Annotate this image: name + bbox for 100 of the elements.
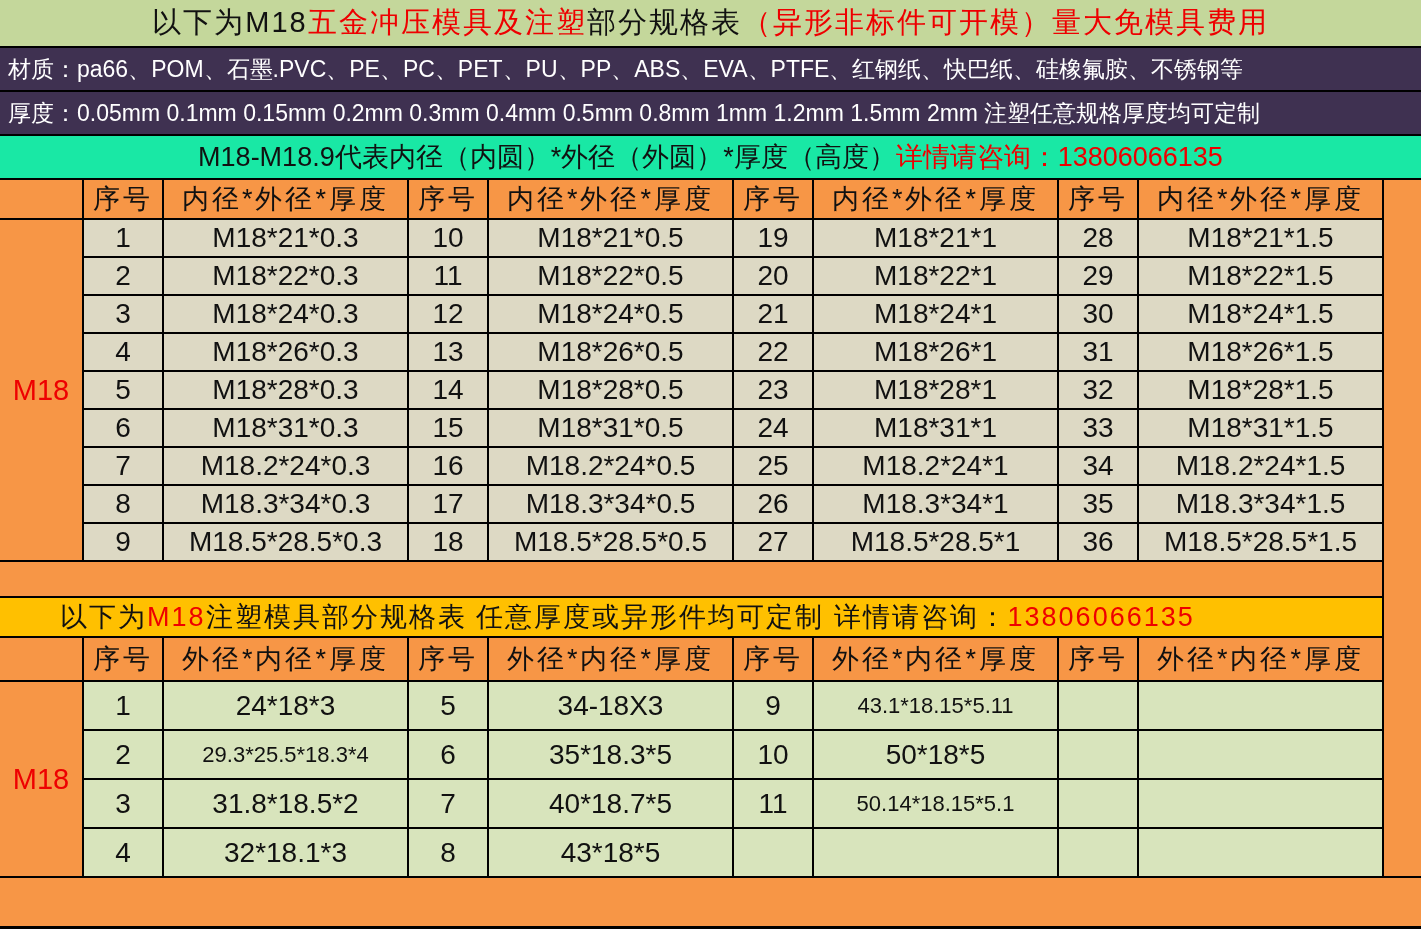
section-title-banner: 以下为 M18注塑模具部分规格表 任意厚度或异形件均可定制 详情请咨询：13806066135 [0,598,1382,636]
table-cell: 6 [409,731,487,778]
table-cell: 34-18X3 [489,682,732,729]
table-cell: M18.3*34*1.5 [1139,486,1382,522]
table-cell: M18*31*0.5 [489,410,732,446]
note-banner: M18-M18.9代表内径（内圆）*外径（外圆）*厚度（高度）详情请咨询：13806066135 [0,136,1421,178]
table-cell: M18*31*1 [814,410,1057,446]
table-cell: M18.3*34*0.5 [489,486,732,522]
column-header: 外径*内径*厚度 [164,638,407,680]
column-header: 外径*内径*厚度 [814,638,1057,680]
table-cell: M18*22*1 [814,258,1057,294]
table-cell: M18.5*28.5*1 [814,524,1057,560]
table-cell: 5 [409,682,487,729]
table-cell: 6 [84,410,162,446]
table-cell: 9 [734,682,812,729]
table-cell: 4 [84,829,162,876]
table-cell: M18*26*0.5 [489,334,732,370]
table-cell: 3 [84,780,162,827]
table-cell: M18*21*1 [814,220,1057,256]
table-cell: 50.14*18.15*5.1 [814,780,1057,827]
column-header: 序号 [409,638,487,680]
column-header: 序号 [409,180,487,218]
table-cell: M18*21*1.5 [1139,220,1382,256]
table-cell: 32 [1059,372,1137,408]
table-cell: 36 [1059,524,1137,560]
table-cell: M18*31*1.5 [1139,410,1382,446]
table-cell: 27 [734,524,812,560]
table-cell: 10 [409,220,487,256]
table-cell: 19 [734,220,812,256]
table-cell: 24 [734,410,812,446]
table-cell: M18*26*0.3 [164,334,407,370]
column-header: 序号 [84,180,162,218]
table-cell: 22 [734,334,812,370]
table-cell: 1 [84,220,162,256]
table-cell: M18.3*34*0.3 [164,486,407,522]
column-header: 外径*内径*厚度 [1139,638,1382,680]
table-cell: M18*22*0.3 [164,258,407,294]
table-cell: 35*18.3*5 [489,731,732,778]
table-cell: 31 [1059,334,1137,370]
table-cell: M18*31*0.3 [164,410,407,446]
column-header: 内径*外径*厚度 [489,180,732,218]
table-cell: M18.2*24*0.5 [489,448,732,484]
table-cell: 43*18*5 [489,829,732,876]
column-header: 序号 [734,180,812,218]
column-header: 序号 [1059,180,1137,218]
table-cell: 25 [734,448,812,484]
table-cell: 26 [734,486,812,522]
column-header: 序号 [734,638,812,680]
table-cell: M18*21*0.5 [489,220,732,256]
table-cell: 33 [1059,410,1137,446]
table-cell: 15 [409,410,487,446]
table-cell: 3 [84,296,162,332]
table-cell: 24*18*3 [164,682,407,729]
table-cell: M18*21*0.3 [164,220,407,256]
table-cell: 28 [1059,220,1137,256]
table-cell: 2 [84,258,162,294]
table-cell: 21 [734,296,812,332]
table-cell: M18*24*1 [814,296,1057,332]
table-cell: 8 [84,486,162,522]
column-header: 内径*外径*厚度 [164,180,407,218]
table-cell: 2 [84,731,162,778]
table-cell: 40*18.7*5 [489,780,732,827]
table-cell: 31.8*18.5*2 [164,780,407,827]
table-cell: M18.2*24*0.3 [164,448,407,484]
table-cell: M18*22*0.5 [489,258,732,294]
table-cell: 43.1*18.15*5.11 [814,682,1057,729]
table-cell: M18*24*0.5 [489,296,732,332]
group-label: M18 [0,220,82,560]
table-cell: M18.2*24*1 [814,448,1057,484]
column-header: 外径*内径*厚度 [489,638,732,680]
table-cell: 20 [734,258,812,294]
table-cell: M18.2*24*1.5 [1139,448,1382,484]
table-cell: 11 [409,258,487,294]
column-header: 内径*外径*厚度 [814,180,1057,218]
materials-text: 材质：pa66、POM、石墨.PVC、PE、PC、PET、PU、PP、ABS、EVA、PTFE、红钢纸、快巴纸、硅橡氟胺、不锈钢等 [0,48,1421,90]
table-cell: M18.5*28.5*0.5 [489,524,732,560]
table-cell: M18.3*34*1 [814,486,1057,522]
table-cell: 35 [1059,486,1137,522]
table-cell: 34 [1059,448,1137,484]
table-cell: 17 [409,486,487,522]
table-cell: 16 [409,448,487,484]
table-cell: M18.5*28.5*0.3 [164,524,407,560]
table-cell: 1 [84,682,162,729]
table-cell: 4 [84,334,162,370]
table-cell: 8 [409,829,487,876]
table-cell: M18*24*0.3 [164,296,407,332]
table-cell: 14 [409,372,487,408]
group-label: M18 [0,682,82,876]
table-cell: 7 [409,780,487,827]
table-cell: M18*22*1.5 [1139,258,1382,294]
table-cell: 29.3*25.5*18.3*4 [164,731,407,778]
table-cell: 11 [734,780,812,827]
column-header: 序号 [84,638,162,680]
table-cell: 7 [84,448,162,484]
table-cell: 18 [409,524,487,560]
table-cell: 10 [734,731,812,778]
table-cell: M18*26*1.5 [1139,334,1382,370]
table-cell: 5 [84,372,162,408]
table-cell: M18.5*28.5*1.5 [1139,524,1382,560]
column-header: 内径*外径*厚度 [1139,180,1382,218]
